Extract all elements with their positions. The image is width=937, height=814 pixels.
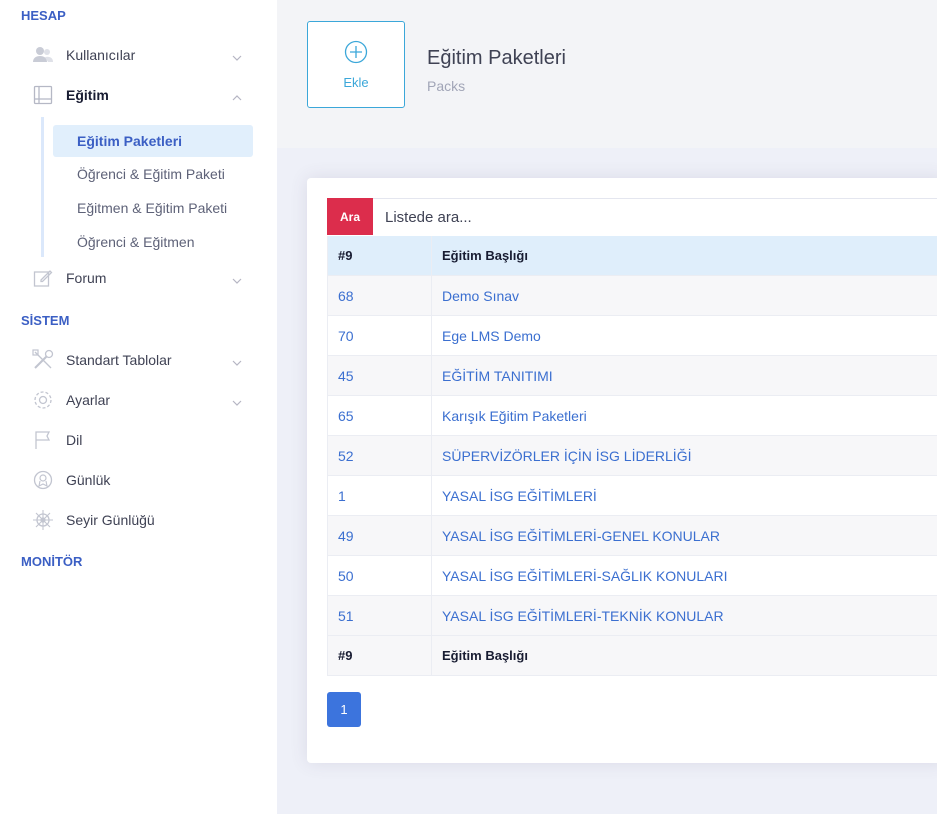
section-title-monitor: MONİTÖR — [21, 554, 83, 569]
add-button-label: Ekle — [343, 74, 369, 90]
menu-item-forum[interactable]: Forum — [30, 260, 250, 296]
add-button[interactable]: Ekle — [307, 21, 405, 108]
medal-icon — [30, 469, 56, 491]
cell-title[interactable]: Demo Sınav — [431, 275, 937, 316]
menu-item-standard-tables[interactable]: Standart Tablolar — [30, 342, 250, 378]
footer-id: #9 — [327, 635, 432, 676]
cell-title[interactable]: Karışık Eğitim Paketleri — [431, 395, 937, 436]
menu-label-trip-log: Seyir Günlüğü — [66, 512, 155, 528]
menu-item-settings[interactable]: Ayarlar — [30, 382, 250, 418]
cell-id[interactable]: 70 — [327, 315, 432, 356]
cell-id[interactable]: 1 — [327, 475, 432, 516]
search-input[interactable] — [373, 199, 937, 236]
ship-wheel-icon — [30, 509, 56, 531]
chevron-down-icon — [232, 393, 242, 409]
column-header-title[interactable]: Eğitim Başlığı — [431, 236, 937, 276]
cell-title[interactable]: YASAL İSG EĞİTİMLERİ — [431, 475, 937, 516]
table-row[interactable]: 50 YASAL İSG EĞİTİMLERİ-SAĞLIK KONULARI — [327, 555, 937, 596]
chevron-down-icon — [232, 48, 242, 64]
chevron-down-icon — [232, 271, 242, 287]
table-row[interactable]: 70 Ege LMS Demo — [327, 315, 937, 356]
chevron-up-icon — [232, 88, 242, 104]
chevron-down-icon — [232, 353, 242, 369]
table-header-row: #9 Eğitim Başlığı — [327, 236, 937, 276]
cell-title[interactable]: SÜPERVİZÖRLER İÇİN İSG LİDERLİĞİ — [431, 435, 937, 476]
table-row[interactable]: 45 EĞİTİM TANITIMI — [327, 355, 937, 396]
submenu-item-student-packs[interactable]: Öğrenci & Eğitim Paketi — [53, 158, 253, 190]
table-row[interactable]: 51 YASAL İSG EĞİTİMLERİ-TEKNİK KONULAR — [327, 595, 937, 636]
table-row[interactable]: 49 YASAL İSG EĞİTİMLERİ-GENEL KONULAR — [327, 515, 937, 556]
table-row[interactable]: 1 YASAL İSG EĞİTİMLERİ — [327, 475, 937, 516]
submenu-line — [41, 117, 44, 257]
cell-id[interactable]: 52 — [327, 435, 432, 476]
page-title: Eğitim Paketleri — [427, 47, 566, 69]
cell-title[interactable]: YASAL İSG EĞİTİMLERİ-SAĞLIK KONULARI — [431, 555, 937, 596]
pagination-page-button[interactable]: 1 — [327, 692, 361, 727]
cell-id[interactable]: 45 — [327, 355, 432, 396]
cell-id[interactable]: 51 — [327, 595, 432, 636]
list-card: Ara #9 Eğitim Başlığı 68Demo Sınav 70Ege… — [307, 178, 937, 763]
gear-icon — [30, 389, 56, 411]
cell-title[interactable]: EĞİTİM TANITIMI — [431, 355, 937, 396]
cell-id[interactable]: 50 — [327, 555, 432, 596]
submenu-item-packs[interactable]: Eğitim Paketleri — [53, 125, 253, 157]
menu-label-language: Dil — [66, 432, 83, 448]
cell-title[interactable]: YASAL İSG EĞİTİMLERİ-GENEL KONULAR — [431, 515, 937, 556]
main-content: Ekle Eğitim Paketleri Packs Ara #9 Eğiti… — [277, 0, 937, 814]
book-icon — [30, 84, 56, 106]
column-header-id[interactable]: #9 — [327, 236, 432, 276]
section-title-account: HESAP — [21, 8, 66, 23]
cell-title[interactable]: Ege LMS Demo — [431, 315, 937, 356]
menu-item-education[interactable]: Eğitim — [30, 77, 250, 113]
submenu-item-trainer-packs[interactable]: Eğitmen & Eğitim Paketi — [53, 192, 253, 224]
page-subtitle: Packs — [427, 78, 466, 94]
submenu-item-student-trainer[interactable]: Öğrenci & Eğitmen — [53, 226, 253, 258]
search-button[interactable]: Ara — [327, 198, 373, 235]
menu-label-users: Kullanıcılar — [66, 47, 136, 63]
page-header: Ekle Eğitim Paketleri Packs — [277, 0, 937, 148]
menu-label-settings: Ayarlar — [66, 392, 111, 408]
table-footer-row: #9 Eğitim Başlığı — [327, 635, 937, 676]
table-row[interactable]: 52 SÜPERVİZÖRLER İÇİN İSG LİDERLİĞİ — [327, 435, 937, 476]
sidebar: HESAP Kullanıcılar Eğitim Eğitim Paketle… — [0, 0, 277, 814]
edit-icon — [30, 267, 56, 289]
menu-label-education: Eğitim — [66, 87, 109, 103]
menu-item-trip-log[interactable]: Seyir Günlüğü — [30, 502, 250, 538]
cell-id[interactable]: 49 — [327, 515, 432, 556]
table-row[interactable]: 65 Karışık Eğitim Paketleri — [327, 395, 937, 436]
menu-label-log: Günlük — [66, 472, 111, 488]
menu-label-forum: Forum — [66, 270, 107, 286]
cell-id[interactable]: 65 — [327, 395, 432, 436]
packs-table: #9 Eğitim Başlığı 68 Demo Sınav 70 Ege LMS… — [327, 236, 937, 676]
users-icon — [30, 44, 56, 66]
cell-title[interactable]: YASAL İSG EĞİTİMLERİ-TEKNİK KONULAR — [431, 595, 937, 636]
flag-icon — [30, 429, 56, 451]
section-title-system: SİSTEM — [21, 313, 70, 328]
tools-icon — [30, 349, 56, 371]
plus-circle-icon — [344, 40, 368, 67]
table-row[interactable]: 68 Demo Sınav — [327, 275, 937, 316]
menu-label-standard-tables: Standart Tablolar — [66, 352, 172, 368]
footer-title: Eğitim Başlığı — [431, 635, 937, 676]
menu-item-log[interactable]: Günlük — [30, 462, 250, 498]
cell-id[interactable]: 68 — [327, 275, 432, 316]
menu-item-users[interactable]: Kullanıcılar — [30, 37, 250, 73]
menu-item-language[interactable]: Dil — [30, 422, 250, 458]
search-bar: Ara — [327, 198, 937, 236]
